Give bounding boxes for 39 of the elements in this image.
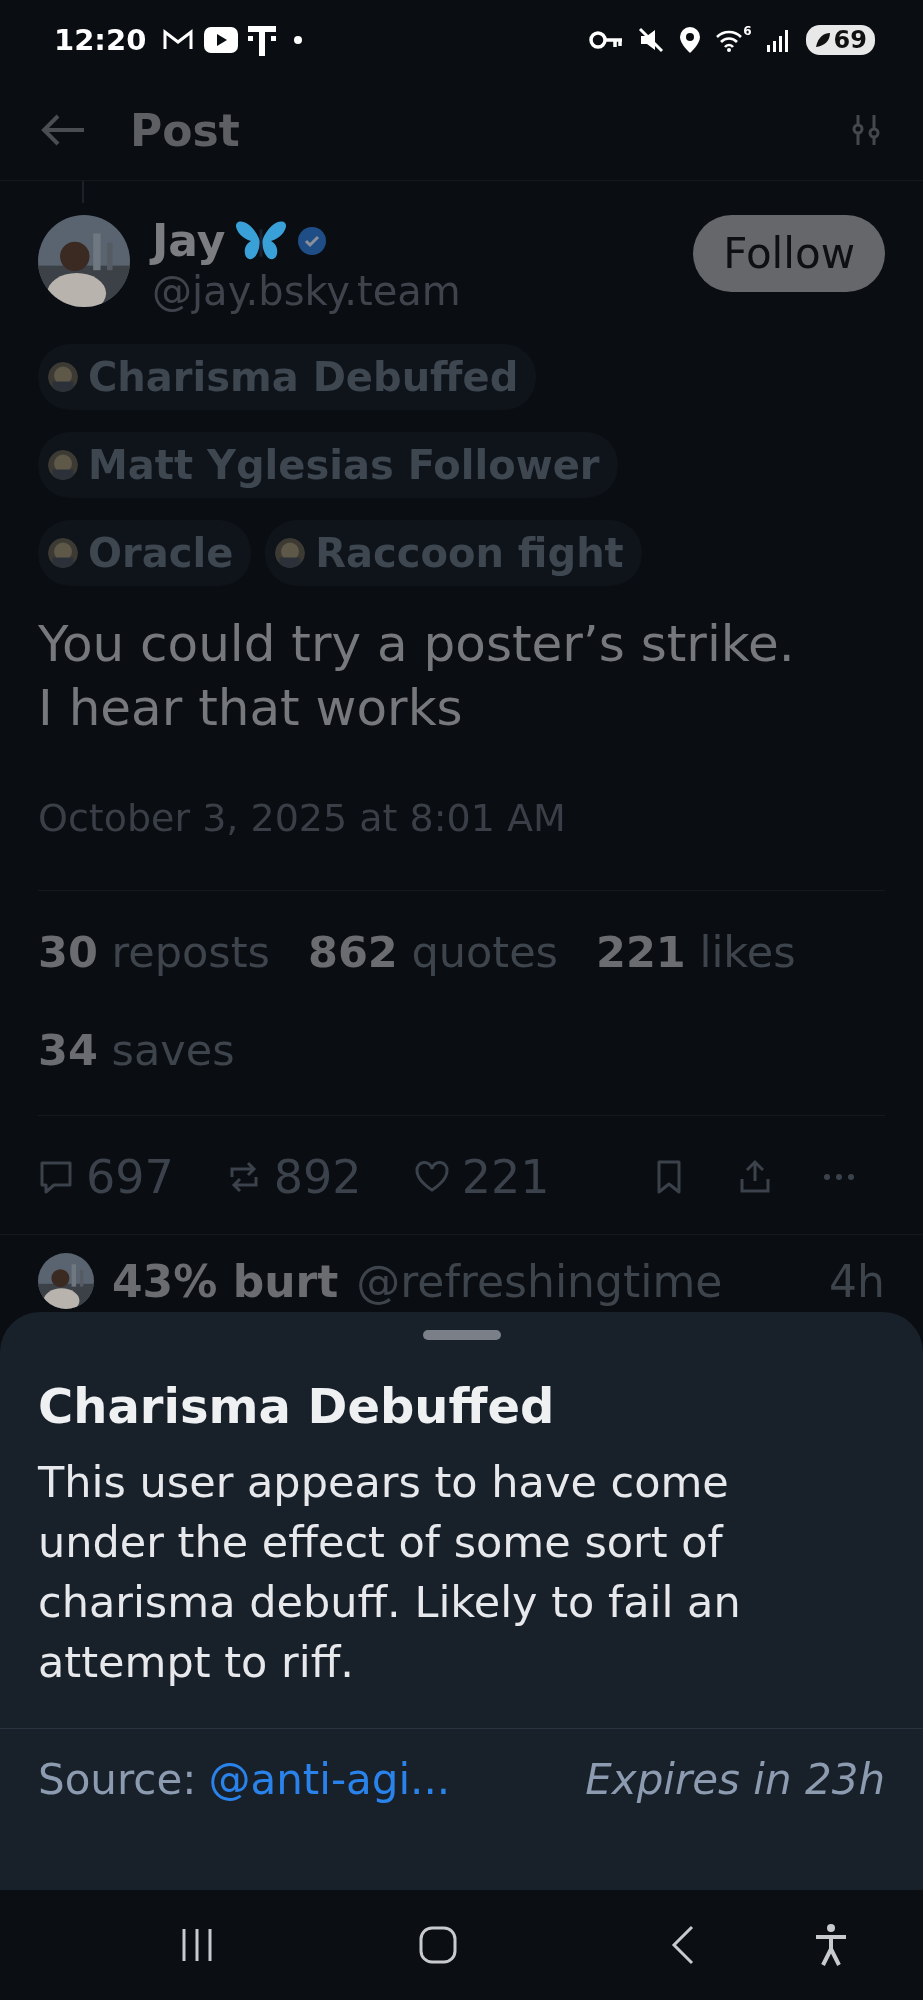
notification-dot-icon [294,36,303,44]
mute-icon [637,26,666,54]
play-icon [204,27,239,53]
stat-link[interactable]: 221 likes [596,927,796,977]
source-label: Source: [38,1755,197,1804]
reply-time: 4h [829,1255,885,1307]
accessibility-icon[interactable] [814,1923,848,1967]
wifi-band-label: 6 [743,24,752,38]
leaf-icon [813,31,832,49]
recent-apps-icon[interactable] [180,1927,214,1963]
location-icon [679,26,702,54]
more-dots-icon [823,1173,856,1181]
reply-author-name[interactable]: 43% burt [112,1255,339,1307]
clock: 12:20 [54,23,147,57]
mail-icon [162,28,195,52]
stat-link[interactable]: 34 saves [38,1025,235,1075]
post-text: You could try a poster’s strike. I hear that works [38,614,796,739]
follow-button[interactable]: Follow [693,215,885,292]
sheet-description: This user appears to have come under the effect of some sort of charisma debuff. Likely to fail an attempt to riff. [38,1456,742,1689]
author-handle: @jay.bsky.team [152,268,461,314]
stat-link[interactable]: 30 reposts [38,927,270,977]
sheet-title: Charisma Debuffed [38,1378,556,1434]
expiry-text: Expires in 23h [585,1755,885,1804]
source-link[interactable]: @anti-agi... [208,1755,451,1804]
drag-handle[interactable] [422,1330,501,1340]
speech-bubble-icon [38,1159,74,1195]
reply-button[interactable]: 697 [38,1150,174,1204]
battery-indicator: 69 [805,25,875,55]
back-arrow-icon[interactable] [40,113,86,147]
carrier-icon [248,24,277,56]
home-icon[interactable] [419,1926,457,1964]
back-icon[interactable] [670,1925,696,1965]
repost-button[interactable]: 892 [225,1150,362,1204]
stat-link[interactable]: 862 quotes [308,927,558,977]
wifi-icon [715,28,744,52]
page-title: Post [130,104,240,156]
key-icon [589,30,624,50]
like-button[interactable]: 221 [413,1150,550,1204]
reply-author-handle: @refreshingtime [356,1255,723,1307]
